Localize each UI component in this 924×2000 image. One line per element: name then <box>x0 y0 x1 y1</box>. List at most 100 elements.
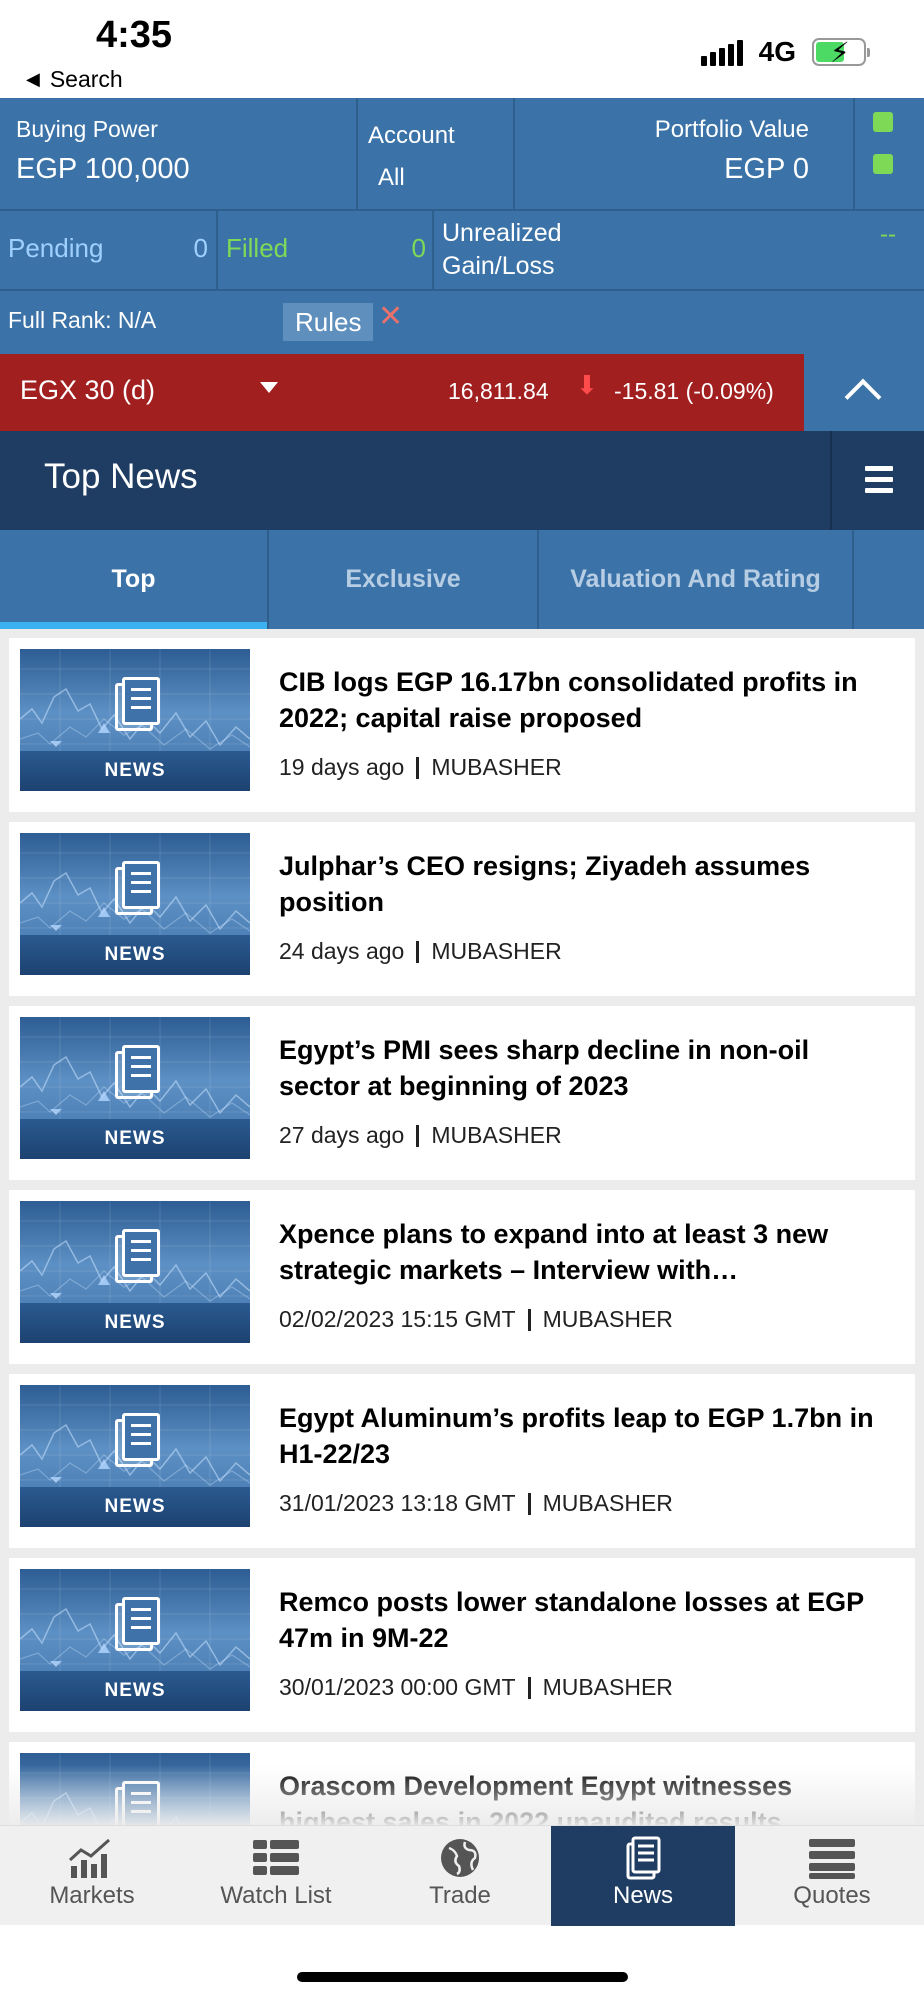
news-headline[interactable]: Egypt Aluminum’s profits leap to EGP 1.7… <box>279 1400 879 1472</box>
nav-news[interactable]: News <box>551 1826 735 1926</box>
news-source: MUBASHER <box>431 938 562 964</box>
nav-markets[interactable]: Markets <box>0 1826 184 1926</box>
news-time: 02/02/2023 15:15 GMT <box>279 1306 516 1332</box>
status-time: 4:35 <box>96 14 173 56</box>
status-dot-icon <box>873 112 893 132</box>
index-price: 16,811.84 <box>448 378 549 404</box>
portfolio-value: EGP 0 <box>724 153 809 185</box>
news-headline[interactable]: Remco posts lower standalone losses at E… <box>279 1584 879 1656</box>
filled-label: Filled <box>226 233 289 263</box>
buying-power-value: EGP 100,000 <box>16 153 190 185</box>
filled-orders[interactable]: Filled 0 <box>218 211 434 289</box>
full-rank: Full Rank: N/A <box>8 307 157 333</box>
filled-count: 0 <box>411 233 426 263</box>
news-thumbnail-label: NEWS <box>20 1487 250 1527</box>
buying-power-cell: Buying Power EGP 100,000 <box>0 98 358 209</box>
news-item[interactable]: NEWS Julphar’s CEO resigns; Ziyadeh assum… <box>9 822 915 996</box>
news-headline[interactable]: Orascom Development Egypt witnesses high… <box>279 1768 879 1825</box>
status-dot-icon <box>873 154 893 174</box>
portfolio-value-label: Portfolio Value <box>654 116 809 143</box>
page-title: Top News <box>44 457 198 496</box>
news-time: 24 days ago <box>279 938 405 964</box>
news-thumbnail-label: NEWS <box>20 751 250 791</box>
back-triangle-icon: ◀ <box>26 69 40 89</box>
news-meta: 24 days ago MUBASHER <box>279 938 562 965</box>
battery-charging-icon: ⚡ <box>812 37 870 68</box>
news-item[interactable]: NEWS Egypt Aluminum’s profits leap to EGP… <box>9 1374 915 1548</box>
connection-status-indicators <box>855 98 924 209</box>
news-meta: 02/02/2023 15:15 GMT MUBASHER <box>279 1306 673 1333</box>
tab-exclusive[interactable]: Exclusive <box>269 530 539 629</box>
unrealized-label: Unrealized Gain/Loss <box>442 219 562 280</box>
separator <box>527 1492 531 1515</box>
chevron-up-icon <box>844 378 882 416</box>
news-headline[interactable]: Egypt’s PMI sees sharp decline in non-oi… <box>279 1032 879 1104</box>
news-headline[interactable]: CIB logs EGP 16.17bn consolidated profit… <box>279 664 879 736</box>
news-time: 30/01/2023 00:00 GMT <box>279 1674 516 1700</box>
tab-top[interactable]: Top <box>0 530 269 629</box>
rules-button[interactable]: Rules <box>283 303 374 341</box>
news-time: 31/01/2023 13:18 GMT <box>279 1490 516 1516</box>
news-list[interactable]: NEWS CIB logs EGP 16.17bn consolidated pr… <box>0 629 924 1825</box>
watch-list-icon <box>253 1840 299 1875</box>
account-row-rank: Full Rank: N/A Rules ✕ <box>0 291 924 354</box>
separator <box>416 940 420 963</box>
section-header: Top News <box>0 431 924 530</box>
pending-count: 0 <box>193 233 208 263</box>
nav-label: News <box>612 1882 673 1909</box>
network-type: 4G <box>758 36 796 67</box>
status-indicators: 4G ⚡ <box>700 36 870 68</box>
news-headline[interactable]: Julphar’s CEO resigns; Ziyadeh assumes p… <box>279 848 879 920</box>
news-thumbnail: NEWS <box>20 833 250 975</box>
news-item[interactable]: NEWS Orascom Development Egypt witnesses … <box>9 1742 915 1825</box>
news-meta: 30/01/2023 00:00 GMT MUBASHER <box>279 1674 673 1701</box>
rules-close-icon[interactable]: ✕ <box>378 299 403 334</box>
news-meta: 19 days ago MUBASHER <box>279 754 562 781</box>
news-item[interactable]: NEWS CIB logs EGP 16.17bn consolidated pr… <box>9 638 915 812</box>
news-source: MUBASHER <box>431 754 562 780</box>
separator <box>527 1676 531 1699</box>
news-thumbnail: NEWS <box>20 1017 250 1159</box>
nav-label: Trade <box>429 1882 491 1909</box>
news-item[interactable]: NEWS Xpence plans to expand into at least… <box>9 1190 915 1364</box>
nav-watch-list[interactable]: Watch List <box>184 1826 368 1926</box>
nav-quotes[interactable]: Quotes <box>740 1826 924 1926</box>
news-item[interactable]: NEWS Remco posts lower standalone losses … <box>9 1558 915 1732</box>
news-time: 19 days ago <box>279 754 405 780</box>
bottom-navigation: Markets Watch List Trade News Quotes <box>0 1825 924 1926</box>
news-document-icon <box>626 1836 661 1880</box>
tab-valuation-and-rating[interactable]: Valuation And Rating <box>539 530 854 629</box>
portfolio-value-cell: Portfolio Value EGP 0 <box>515 98 855 209</box>
nav-trade[interactable]: Trade <box>368 1826 552 1926</box>
account-summary: Buying Power EGP 100,000 Account All Por… <box>0 98 924 354</box>
news-headline[interactable]: Xpence plans to expand into at least 3 n… <box>279 1216 879 1288</box>
news-thumbnail-label: NEWS <box>20 1303 250 1343</box>
pending-orders[interactable]: Pending 0 <box>0 211 218 289</box>
news-thumbnail-label: NEWS <box>20 1671 250 1711</box>
home-indicator[interactable] <box>297 1972 628 1982</box>
menu-button[interactable] <box>830 431 924 530</box>
unrealized-gain-loss: Unrealized Gain/Loss -- <box>434 211 924 289</box>
back-label: Search <box>49 66 123 92</box>
news-source: MUBASHER <box>542 1674 673 1700</box>
news-meta: 31/01/2023 13:18 GMT MUBASHER <box>279 1490 673 1517</box>
index-ticker[interactable]: EGX 30 (d) 16,811.84 ⬇ -15.81 (-0.09%) <box>0 354 804 431</box>
index-change: -15.81 (-0.09%) <box>614 378 774 404</box>
account-selector[interactable]: Account All <box>358 98 515 209</box>
news-thumbnail: NEWS <box>20 1201 250 1343</box>
separator <box>527 1308 531 1331</box>
index-name: EGX 30 (d) <box>20 375 156 405</box>
news-tabs: Top Exclusive Valuation And Rating <box>0 530 924 629</box>
status-bar: 4:35 ◀ Search 4G ⚡ <box>0 0 924 98</box>
news-item[interactable]: NEWS Egypt’s PMI sees sharp decline in no… <box>9 1006 915 1180</box>
back-to-search-link[interactable]: ◀ Search <box>26 66 123 93</box>
collapse-header-button[interactable] <box>804 354 924 431</box>
pending-label: Pending <box>8 233 104 263</box>
news-thumbnail-label: NEWS <box>20 935 250 975</box>
news-source: MUBASHER <box>431 1122 562 1148</box>
index-dropdown-caret-icon[interactable] <box>260 382 278 393</box>
account-row-orders: Pending 0 Filled 0 Unrealized Gain/Loss … <box>0 211 924 291</box>
hamburger-menu-icon <box>865 466 893 471</box>
news-thumbnail-label: NEWS <box>20 1119 250 1159</box>
news-thumbnail: NEWS <box>20 1753 250 1825</box>
